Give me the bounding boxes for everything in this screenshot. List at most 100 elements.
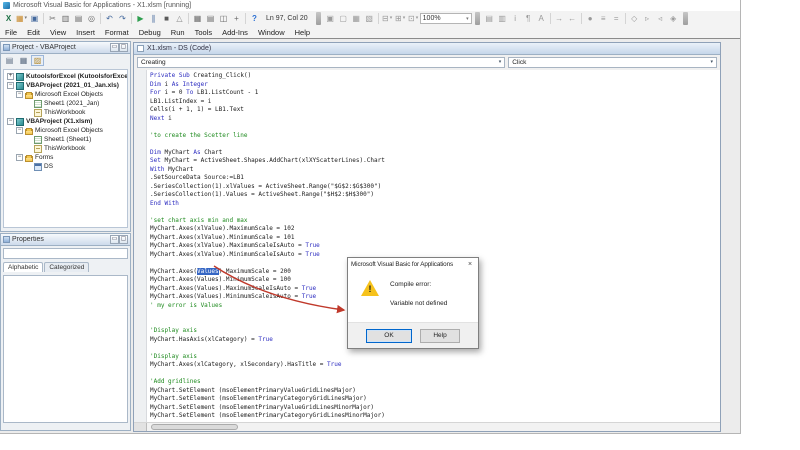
menu-insert[interactable]: Insert bbox=[71, 26, 100, 38]
code-window-titlebar[interactable]: X1.xlsm - DS (Code) bbox=[134, 43, 720, 55]
center-dropdown-icon[interactable]: ⊞▾ bbox=[394, 12, 407, 25]
toggle-breakpoint-icon[interactable]: ● bbox=[584, 12, 597, 25]
event-dropdown[interactable]: Click ▾ bbox=[508, 57, 717, 68]
tab-categorized[interactable]: Categorized bbox=[44, 262, 89, 272]
code-line[interactable]: MyChart.Axes(xlValue).MinimumScale = 101 bbox=[150, 234, 719, 243]
horizontal-scrollbar[interactable] bbox=[134, 422, 720, 431]
run-icon[interactable]: ▶ bbox=[134, 12, 147, 25]
tree-item[interactable]: −VBAProject (2021_01_Jan.xls) bbox=[4, 81, 127, 90]
group-icon[interactable]: ▦ bbox=[350, 12, 363, 25]
next-bookmark-icon[interactable]: ▹ bbox=[641, 12, 654, 25]
redo-icon[interactable]: ↷ bbox=[116, 12, 129, 25]
tree-item[interactable]: −VBAProject (X1.xlsm) bbox=[4, 117, 127, 126]
menu-debug[interactable]: Debug bbox=[134, 26, 166, 38]
properties-window-icon[interactable]: ▤ bbox=[204, 12, 217, 25]
code-line[interactable]: Set MyChart = ActiveSheet.Shapes.AddChar… bbox=[150, 157, 719, 166]
code-line[interactable]: .SetSourceData Source:=LB1 bbox=[150, 174, 719, 183]
find-icon[interactable]: ◎ bbox=[85, 12, 98, 25]
tree-expander-icon[interactable]: − bbox=[16, 127, 23, 134]
minimize-button[interactable]: ▭ bbox=[110, 43, 119, 52]
send-to-back-icon[interactable]: ▢ bbox=[337, 12, 350, 25]
maximize-button[interactable]: ▢ bbox=[119, 43, 128, 52]
indent-icon[interactable]: → bbox=[553, 12, 566, 25]
code-margin-indicator-bar[interactable] bbox=[134, 70, 147, 422]
view-code-icon[interactable]: ▤ bbox=[3, 55, 16, 66]
ungroup-icon[interactable]: ▧ bbox=[363, 12, 376, 25]
menu-file[interactable]: File bbox=[0, 26, 22, 38]
properties-list[interactable] bbox=[3, 275, 128, 423]
code-line[interactable]: .SeriesCollection(1).Values = ActiveShee… bbox=[150, 191, 719, 200]
cut-icon[interactable]: ✂ bbox=[46, 12, 59, 25]
menu-edit[interactable]: Edit bbox=[22, 26, 45, 38]
tree-expander-icon[interactable]: − bbox=[7, 82, 14, 89]
align-dropdown-icon[interactable]: ⊟▾ bbox=[381, 12, 394, 25]
properties-object-combo[interactable] bbox=[3, 248, 128, 259]
complete-word-icon[interactable]: A bbox=[535, 12, 548, 25]
code-line[interactable]: Private Sub Creating_Click() bbox=[150, 72, 719, 81]
code-line[interactable]: MyChart.Axes(xlCategory, xlSecondary).Ha… bbox=[150, 361, 719, 370]
menu-window[interactable]: Window bbox=[253, 26, 290, 38]
code-line[interactable]: Cells(i + 1, 1) = LB1.Text bbox=[150, 106, 719, 115]
tree-item[interactable]: −Microsoft Excel Objects bbox=[4, 126, 127, 135]
code-line[interactable]: LB1.ListIndex = i bbox=[150, 98, 719, 107]
code-line[interactable]: MyChart.Axes(xlValue).MaximumScaleIsAuto… bbox=[150, 242, 719, 251]
save-icon[interactable]: ▣ bbox=[28, 12, 41, 25]
menu-tools[interactable]: Tools bbox=[190, 26, 218, 38]
code-line[interactable] bbox=[150, 208, 719, 217]
quick-info-icon[interactable]: i bbox=[509, 12, 522, 25]
clear-bookmarks-icon[interactable]: ◈ bbox=[667, 12, 680, 25]
toolbar-options-button[interactable] bbox=[683, 12, 688, 25]
list-constants-icon[interactable]: ▥ bbox=[496, 12, 509, 25]
design-mode-icon[interactable]: △ bbox=[173, 12, 186, 25]
tree-expander-icon[interactable]: − bbox=[7, 118, 14, 125]
undo-icon[interactable]: ↶ bbox=[103, 12, 116, 25]
make-same-size-dropdown-icon[interactable]: ⊡▾ bbox=[407, 12, 420, 25]
toggle-bookmark-icon[interactable]: ◇ bbox=[628, 12, 641, 25]
minimize-button[interactable]: ▭ bbox=[110, 235, 119, 244]
outdent-icon[interactable]: ← bbox=[566, 12, 579, 25]
object-browser-icon[interactable]: ◫ bbox=[217, 12, 230, 25]
menu-add-ins[interactable]: Add-Ins bbox=[217, 26, 253, 38]
code-editor[interactable]: Private Sub Creating_Click()Dim i As Int… bbox=[134, 70, 720, 422]
code-line[interactable] bbox=[150, 123, 719, 132]
tree-item[interactable]: −Microsoft Excel Objects bbox=[4, 90, 127, 99]
scrollbar-split-box[interactable] bbox=[134, 423, 147, 431]
project-explorer-icon[interactable]: ▦ bbox=[191, 12, 204, 25]
view-object-icon[interactable]: ▦ bbox=[17, 55, 30, 66]
code-line[interactable]: 'to create the Scetter line bbox=[150, 132, 719, 141]
code-line[interactable]: MyChart.SetElement (msoElementPrimaryVal… bbox=[150, 404, 719, 413]
insert-userform-icon[interactable]: ▦▾ bbox=[15, 12, 28, 25]
tree-item[interactable]: ThisWorkbook bbox=[4, 108, 127, 117]
code-line[interactable]: MyChart.SetElement (msoElementPrimaryVal… bbox=[150, 387, 719, 396]
tree-expander-icon[interactable]: − bbox=[16, 154, 23, 161]
toolbox-icon[interactable]: + bbox=[230, 12, 243, 25]
menu-view[interactable]: View bbox=[45, 26, 71, 38]
menu-format[interactable]: Format bbox=[100, 26, 134, 38]
menu-help[interactable]: Help bbox=[290, 26, 315, 38]
comment-block-icon[interactable]: ≡ bbox=[597, 12, 610, 25]
code-line[interactable] bbox=[150, 140, 719, 149]
scrollbar-thumb[interactable] bbox=[151, 424, 238, 430]
code-line[interactable]: For i = 0 To LB1.ListCount - 1 bbox=[150, 89, 719, 98]
tree-item[interactable]: ThisWorkbook bbox=[4, 144, 127, 153]
code-line[interactable]: 'set chart axis min and max bbox=[150, 217, 719, 226]
tree-expander-icon[interactable]: + bbox=[7, 73, 14, 80]
reset-icon[interactable]: ■ bbox=[160, 12, 173, 25]
code-line[interactable]: MyChart.SetElement (msoElementPrimaryCat… bbox=[150, 412, 719, 421]
close-icon[interactable]: × bbox=[465, 260, 475, 270]
menu-run[interactable]: Run bbox=[166, 26, 190, 38]
previous-bookmark-icon[interactable]: ◃ bbox=[654, 12, 667, 25]
object-dropdown[interactable]: Creating ▾ bbox=[137, 57, 505, 68]
code-line[interactable]: 'Add gridlines bbox=[150, 378, 719, 387]
toggle-folders-icon[interactable]: ▨ bbox=[31, 55, 44, 66]
help-icon[interactable]: ? bbox=[248, 12, 261, 25]
code-line[interactable]: 'Display axis bbox=[150, 353, 719, 362]
list-properties-icon[interactable]: ▤ bbox=[483, 12, 496, 25]
code-line[interactable]: Dim MyChart As Chart bbox=[150, 149, 719, 158]
tree-item[interactable]: −Forms bbox=[4, 153, 127, 162]
tree-item[interactable]: Sheet1 (Sheet1) bbox=[4, 135, 127, 144]
help-button[interactable]: Help bbox=[420, 329, 460, 343]
code-line[interactable]: With MyChart bbox=[150, 166, 719, 175]
break-icon[interactable]: ∥ bbox=[147, 12, 160, 25]
tree-expander-icon[interactable]: − bbox=[16, 91, 23, 98]
